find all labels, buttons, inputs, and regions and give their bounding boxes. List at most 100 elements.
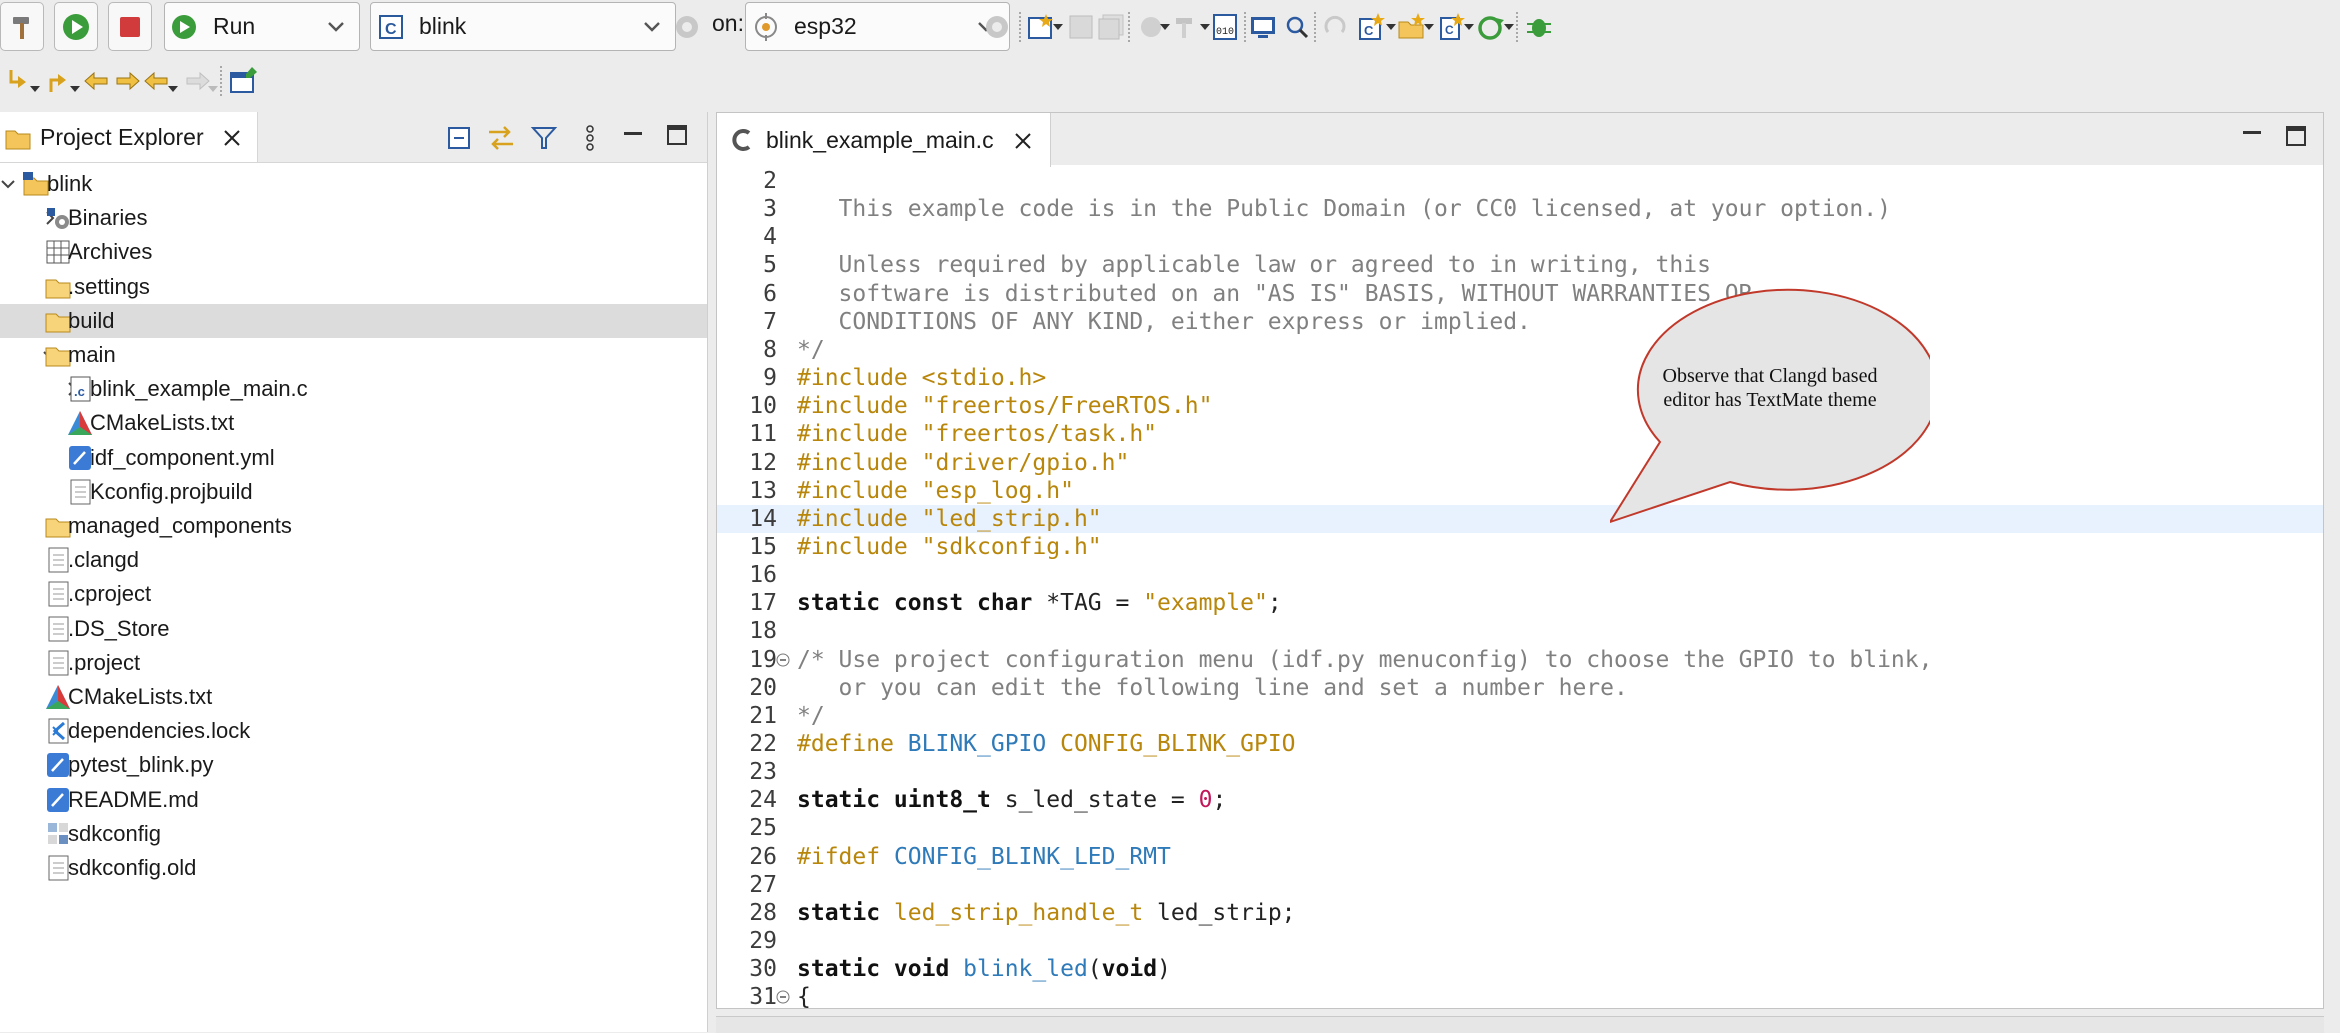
code-line[interactable]: 5 Unless required by applicable law or a… [717,251,2323,279]
code-line[interactable]: 29 [717,927,2323,955]
build-button[interactable] [0,2,44,51]
fold-toggle-icon[interactable] [775,652,791,668]
code-line[interactable]: 31 { [717,983,2323,1008]
tree-item-sdkconfig-old[interactable]: sdkconfig.old [0,851,707,885]
tree-item-pytest-blink-py[interactable]: pytest_blink.py [0,748,707,782]
open-perspective-icon[interactable] [228,66,258,96]
tree-item-cmakelists-txt[interactable]: CMakeLists.txt [0,680,707,714]
new-icon[interactable] [1026,12,1056,42]
launch-mode-select[interactable]: Run [164,2,360,51]
tree-item-managed-components[interactable]: managed_components [0,509,707,543]
code-line[interactable]: 18 [717,617,2323,645]
maximize-icon[interactable] [2285,125,2307,147]
binary-icon[interactable]: 010 [1210,12,1240,42]
code-line[interactable]: 12 #include "driver/gpio.h" [717,449,2323,477]
code-line[interactable]: 6 software is distributed on an "AS IS" … [717,280,2323,308]
tree-item-main[interactable]: main [0,338,707,372]
save-icon[interactable] [1066,12,1096,42]
link-with-editor-icon[interactable] [486,124,516,152]
tree-item-dependencies-lock[interactable]: dependencies.lock [0,714,707,748]
new-c-project-icon[interactable]: C [1356,12,1386,42]
code-line[interactable]: 11 #include "freertos/task.h" [717,420,2323,448]
tree-item-sdkconfig[interactable]: sdkconfig [0,817,707,851]
back-dropdown-arrow[interactable] [168,86,178,92]
minimize-icon[interactable] [2241,125,2263,145]
view-menu-icon[interactable] [584,124,596,152]
code-line[interactable]: 27 [717,871,2323,899]
close-icon[interactable] [1013,131,1033,151]
tree-item-kconfig-projbuild[interactable]: Kconfig.projbuild [0,475,707,509]
tree-item-build[interactable]: build [0,303,707,338]
close-icon[interactable] [222,128,242,148]
save-all-icon[interactable] [1096,12,1126,42]
code-line[interactable]: 25 [717,814,2323,842]
run-external-tool-icon[interactable] [1476,12,1506,42]
tree-item-settings[interactable]: .settings [0,270,707,304]
tree-item-readme-md[interactable]: README.md [0,783,707,817]
refresh-icon[interactable] [1320,12,1350,42]
filter-icon[interactable] [530,124,558,152]
code-line[interactable]: 10 #include "freertos/FreeRTOS.h" [717,392,2323,420]
tree-item-archives[interactable]: Archives [0,235,707,269]
new-dropdown-arrow[interactable] [1053,24,1063,30]
tab-project-explorer[interactable]: Project Explorer [0,112,258,162]
code-line[interactable]: 14 #include "led_strip.h" [717,504,2323,533]
code-line[interactable]: 16 [717,561,2323,589]
tree-item-blink[interactable]: blink [0,167,707,201]
tree-item-cproject[interactable]: .cproject [0,577,707,611]
code-line[interactable]: 22 #define BLINK_GPIO CONFIG_BLINK_GPIO [717,730,2323,758]
fold-toggle-icon[interactable] [775,989,791,1005]
code-line[interactable]: 4 [717,223,2323,251]
tree-item-clangd[interactable]: .clangd [0,543,707,577]
last-edit-location-icon[interactable] [82,66,112,96]
debug-search-icon[interactable] [1282,12,1312,42]
code-line[interactable]: 8 */ [717,336,2323,364]
run-external-tool-dropdown-arrow[interactable] [1504,24,1514,30]
chevron-down-icon[interactable] [0,176,16,192]
new-folder-icon[interactable] [1396,12,1426,42]
build-all-icon[interactable] [1172,12,1202,42]
launch-config-gear-icon[interactable] [672,12,702,42]
tree-item-project[interactable]: .project [0,646,707,680]
build-configuration-dropdown-arrow[interactable] [1160,24,1170,30]
tree-item-blink-example-main-c[interactable]: .c blink_example_main.c [0,372,707,406]
code-line[interactable]: 28 static led_strip_handle_t led_strip; [717,899,2323,927]
code-line[interactable]: 13 #include "esp_log.h" [717,477,2323,505]
code-line[interactable]: 7 CONDITIONS OF ANY KIND, either express… [717,308,2323,336]
launch-button[interactable] [54,2,98,51]
code-line[interactable]: 24 static uint8_t s_led_state = 0; [717,786,2323,814]
code-line[interactable]: 30 static void blink_led(void) [717,955,2323,983]
tree-item-ds-store[interactable]: .DS_Store [0,612,707,646]
tree-item-binaries[interactable]: Binaries [0,201,707,235]
code-line[interactable]: 9 #include <stdio.h> [717,364,2323,392]
launch-target-select[interactable]: esp32 [745,2,1010,51]
next-annotation-dropdown-arrow[interactable] [30,86,40,92]
minimize-icon[interactable] [622,126,644,146]
new-folder-dropdown-arrow[interactable] [1424,24,1434,30]
code-line[interactable]: 3 This example code is in the Public Dom… [717,195,2323,223]
code-line[interactable]: 15 #include "sdkconfig.h" [717,533,2323,561]
code-line[interactable]: 19 /* Use project configuration menu (idf… [717,646,2323,674]
new-source-file-icon[interactable]: C [1436,12,1466,42]
tree-item-idf-component-yml[interactable]: idf_component.yml [0,441,707,475]
maximize-icon[interactable] [666,124,688,146]
code-area[interactable]: 23 This example code is in the Public Do… [717,167,2323,1008]
collapse-all-icon[interactable] [446,124,474,152]
code-line[interactable]: 20 or you can edit the following line an… [717,674,2323,702]
bug-icon[interactable] [1524,12,1554,42]
code-line[interactable]: 17 static const char *TAG = "example"; [717,589,2323,617]
tab-blink-example-main-c[interactable]: blink_example_main.c [717,113,1051,167]
code-line[interactable]: 21 */ [717,702,2323,730]
code-line[interactable]: 23 [717,758,2323,786]
new-source-file-dropdown-arrow[interactable] [1464,24,1474,30]
terminal-icon[interactable] [1248,12,1278,42]
launch-target-gear-icon[interactable] [982,12,1012,42]
code-line[interactable]: 2 [717,167,2323,195]
forward-dropdown-arrow[interactable] [208,86,218,92]
build-all-dropdown-arrow[interactable] [1200,24,1210,30]
stop-button[interactable] [108,2,152,51]
previous-annotation-dropdown-arrow[interactable] [70,86,80,92]
launch-config-select[interactable]: C blink [370,2,676,51]
tree-item-cmakelists-txt[interactable]: CMakeLists.txt [0,406,707,440]
forward-edit-location-icon[interactable] [112,66,142,96]
